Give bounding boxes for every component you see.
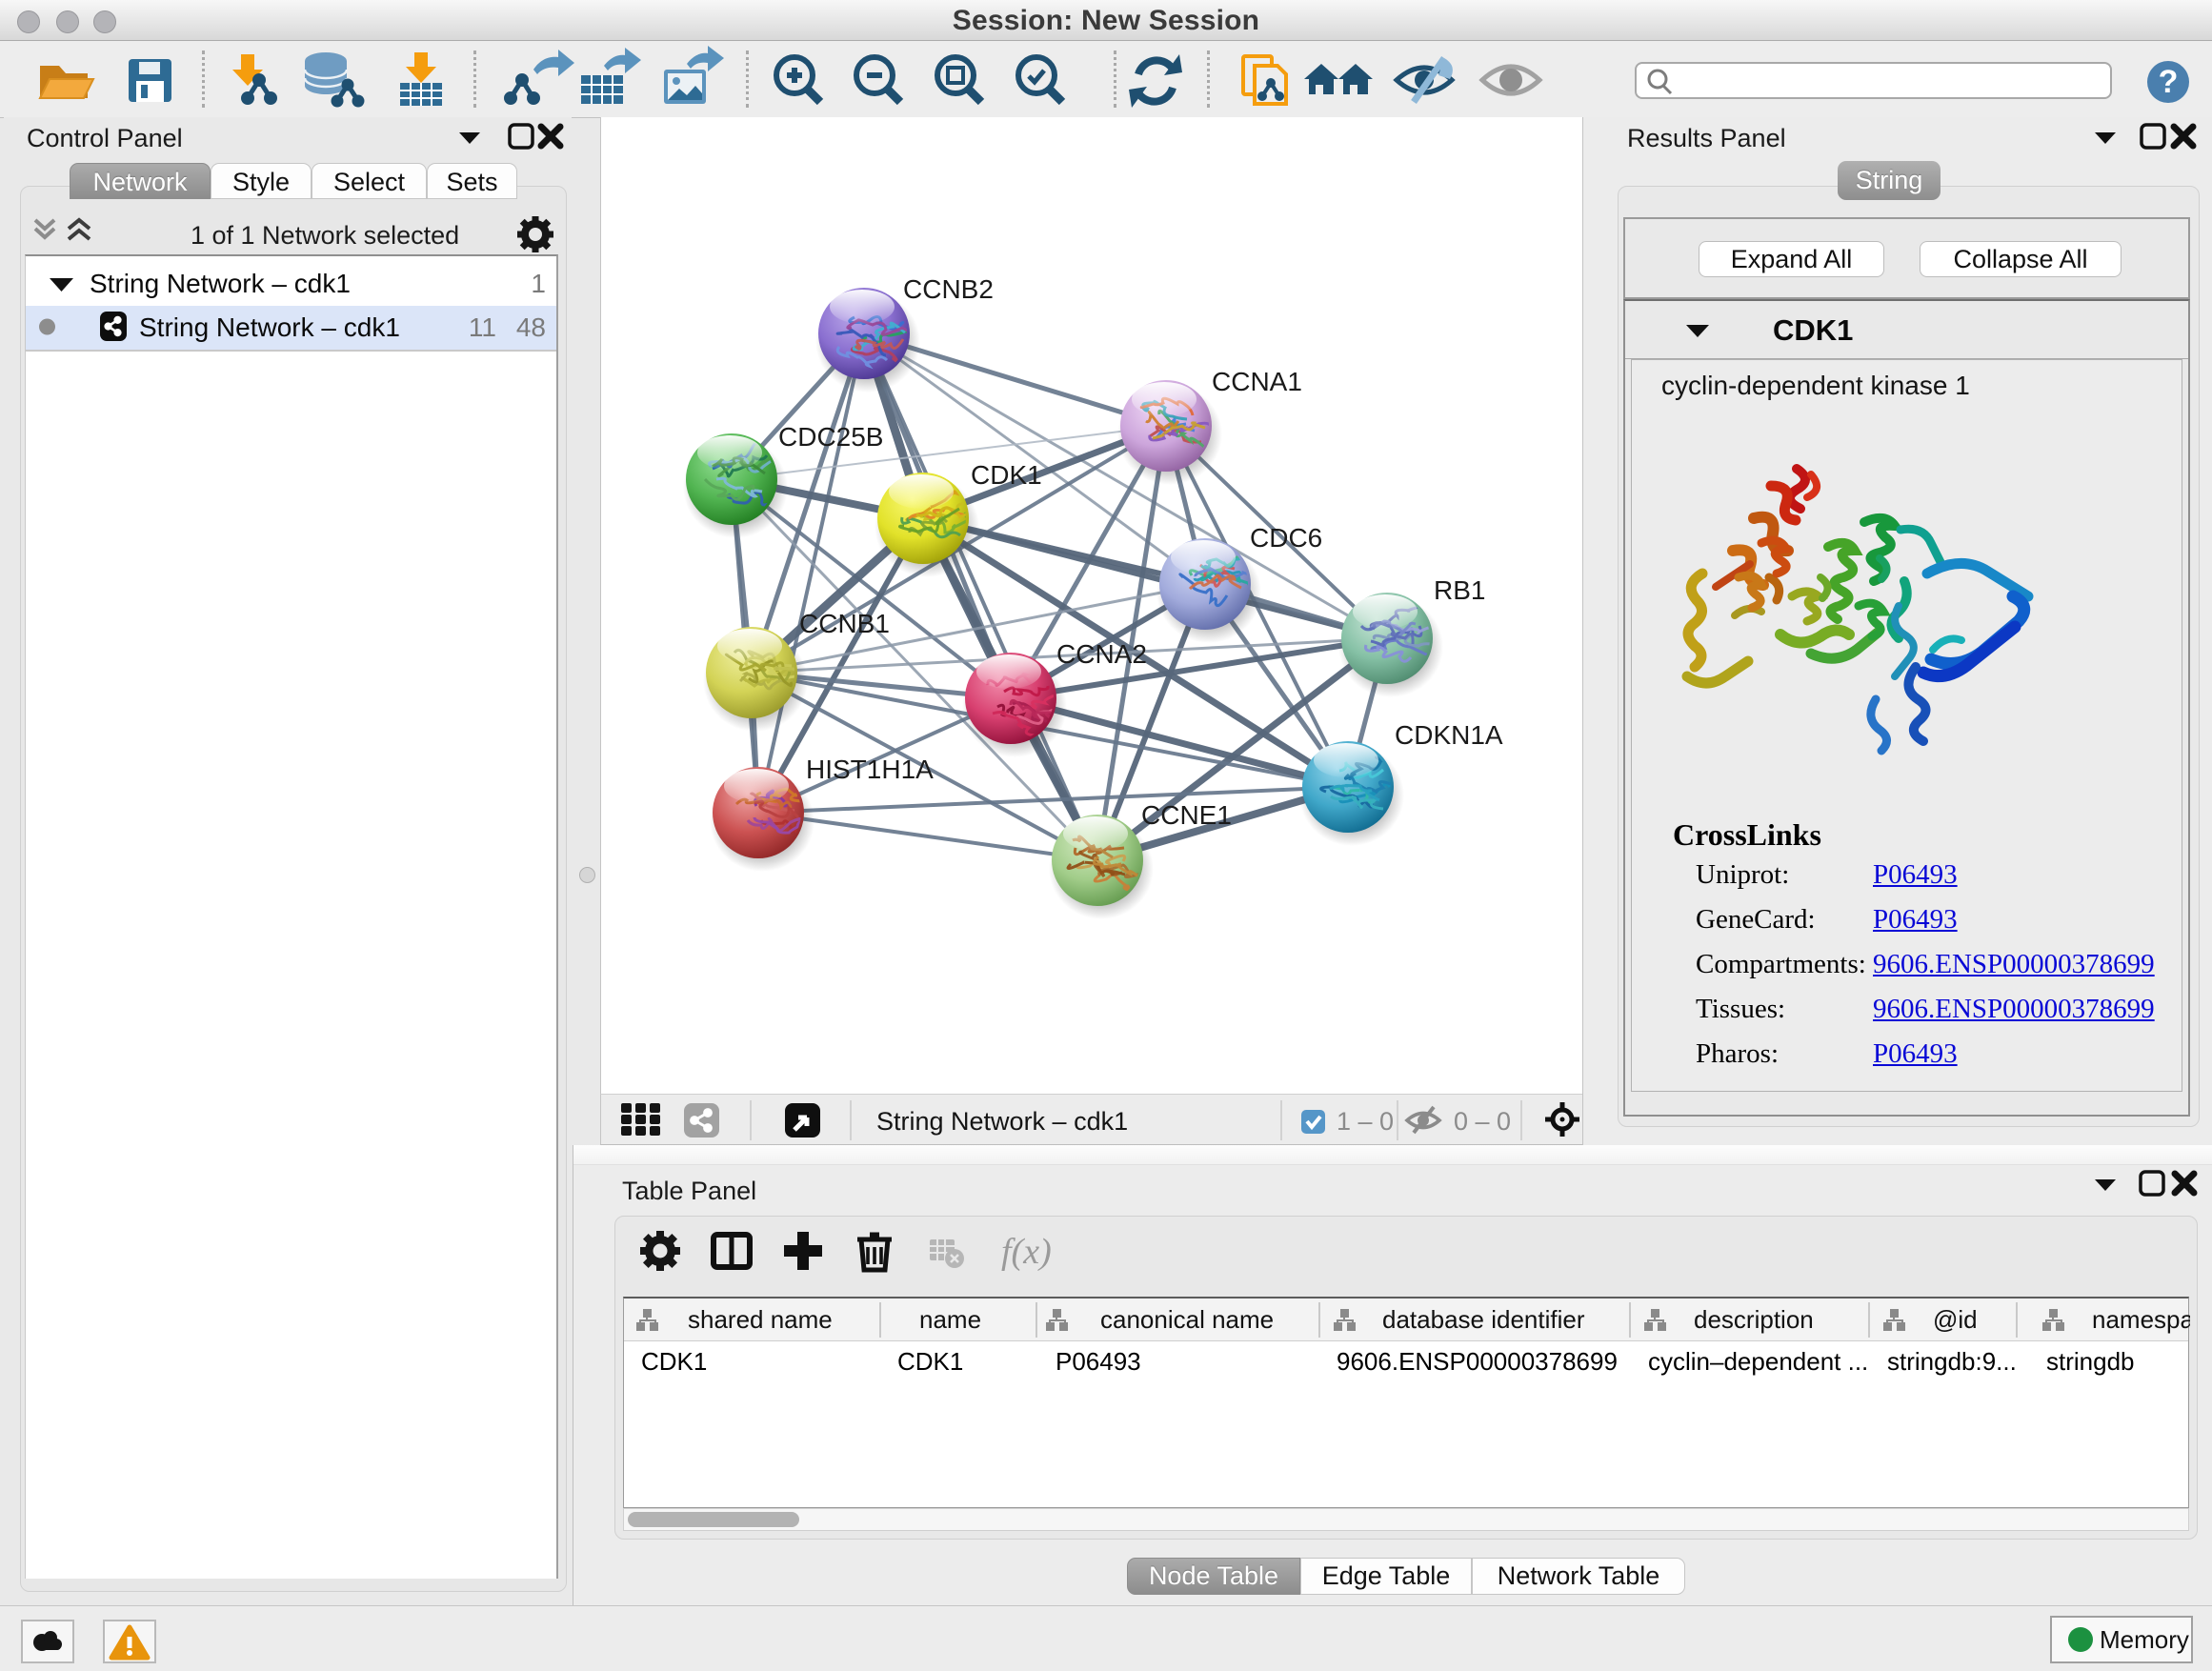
svg-text:description: description	[1694, 1305, 1814, 1334]
svg-text:RB1: RB1	[1434, 575, 1485, 605]
svg-text:CCNA1: CCNA1	[1212, 367, 1302, 396]
svg-text:CCNB1: CCNB1	[799, 609, 890, 638]
svg-text:CDC6: CDC6	[1250, 523, 1322, 553]
svg-text:CCNA2: CCNA2	[1056, 639, 1147, 669]
svg-text:CDK1: CDK1	[1773, 313, 1853, 347]
svg-text:Memory: Memory	[2100, 1625, 2189, 1654]
svg-text:CDK1: CDK1	[897, 1347, 963, 1376]
svg-text:shared name: shared name	[688, 1305, 833, 1334]
svg-text:48: 48	[516, 312, 546, 342]
svg-text:9606.ENSP00000378699: 9606.ENSP00000378699	[1337, 1347, 1618, 1376]
svg-text:P06493: P06493	[1056, 1347, 1141, 1376]
svg-text:String Network – cdk1: String Network – cdk1	[876, 1107, 1128, 1136]
svg-text:CDC25B: CDC25B	[778, 422, 883, 452]
svg-text:f(x): f(x)	[1001, 1232, 1052, 1272]
svg-text:CDK1: CDK1	[641, 1347, 707, 1376]
svg-text:CDKN1A: CDKN1A	[1395, 720, 1503, 750]
svg-text:database identifier: database identifier	[1382, 1305, 1585, 1334]
svg-text:HIST1H1A: HIST1H1A	[806, 755, 934, 784]
svg-text:1 – 0: 1 – 0	[1337, 1107, 1394, 1136]
svg-text:cyclin–dependent ...: cyclin–dependent ...	[1648, 1347, 1868, 1376]
svg-text:stringdb: stringdb	[2046, 1347, 2135, 1376]
svg-text:CCNB2: CCNB2	[903, 274, 994, 304]
svg-text:1 of 1 Network selected: 1 of 1 Network selected	[191, 221, 459, 250]
svg-text:name: name	[919, 1305, 981, 1334]
svg-text:CDK1: CDK1	[971, 460, 1042, 490]
svg-text:0 – 0: 0 – 0	[1454, 1107, 1511, 1136]
svg-text:CCNE1: CCNE1	[1141, 800, 1232, 830]
svg-text:String Network – cdk1: String Network – cdk1	[139, 312, 400, 342]
svg-text:11: 11	[469, 312, 496, 342]
svg-text:String Network – cdk1: String Network – cdk1	[90, 269, 351, 298]
svg-text:stringdb:9...: stringdb:9...	[1887, 1347, 2017, 1376]
svg-text:canonical name: canonical name	[1100, 1305, 1274, 1334]
svg-text:namespace: namespace	[2092, 1305, 2190, 1334]
svg-text:1: 1	[531, 269, 546, 298]
svg-text:@id: @id	[1933, 1305, 1978, 1334]
